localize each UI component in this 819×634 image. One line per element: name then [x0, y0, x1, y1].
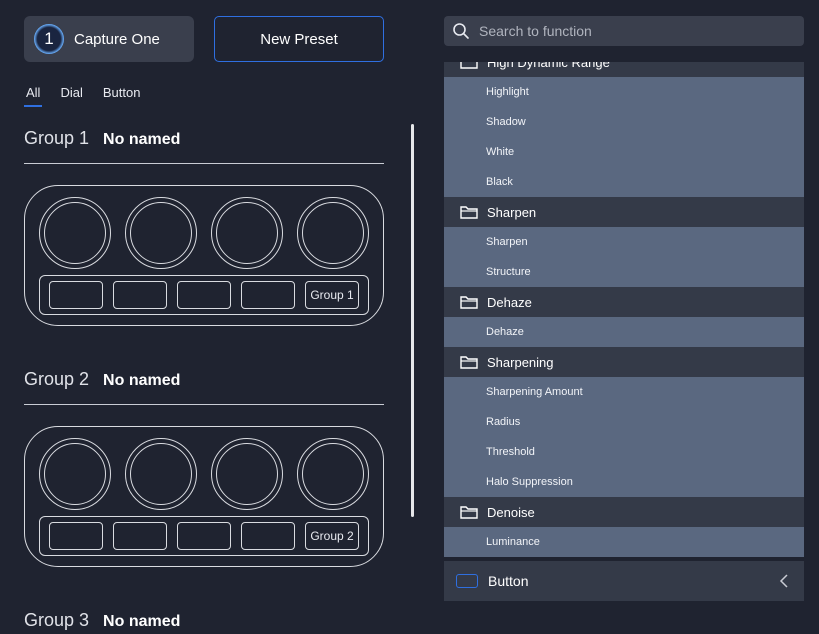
group-header: Group 2 No named	[24, 369, 384, 405]
group-2-section: Group 2 No named Group 2	[24, 369, 384, 567]
device-button-3[interactable]	[177, 522, 231, 550]
category-folder[interactable]: Dehaze	[444, 287, 804, 317]
function-list: High Dynamic Range Highlight Shadow White Bl…	[444, 62, 804, 557]
function-item[interactable]: Sharpening Amount	[444, 377, 804, 407]
group-header: Group 3 No named	[24, 610, 384, 634]
capture-one-logo-icon: 1	[34, 24, 64, 54]
device-button-4[interactable]	[241, 281, 295, 309]
category-folder[interactable]: Denoise	[444, 497, 804, 527]
device-layout: Group 2	[24, 426, 384, 567]
device-button-1[interactable]	[49, 281, 103, 309]
device-button-2[interactable]	[113, 522, 167, 550]
dial-1[interactable]	[39, 197, 111, 269]
function-item[interactable]: Shadow	[444, 107, 804, 137]
category-label: Sharpening	[487, 354, 554, 370]
device-button-group[interactable]: Group 2	[305, 522, 359, 550]
folder-icon	[460, 62, 478, 69]
group-3-section: Group 3 No named	[24, 610, 384, 634]
filter-tabs: All Dial Button	[24, 84, 142, 107]
tab-all[interactable]: All	[24, 84, 43, 107]
tab-dial[interactable]: Dial	[58, 84, 84, 107]
device-button-4[interactable]	[241, 522, 295, 550]
dial-3[interactable]	[211, 197, 283, 269]
search-icon	[453, 23, 469, 39]
button-row: Group 1	[39, 275, 369, 315]
panel-label: Button	[488, 573, 529, 589]
dial-1[interactable]	[39, 438, 111, 510]
app-name: Capture One	[74, 30, 160, 48]
scrollbar[interactable]	[411, 124, 414, 517]
new-preset-button[interactable]: New Preset	[214, 16, 384, 62]
device-button-1[interactable]	[49, 522, 103, 550]
dial-2[interactable]	[125, 438, 197, 510]
function-item[interactable]: White	[444, 137, 804, 167]
folder-icon	[460, 296, 478, 309]
dial-2[interactable]	[125, 197, 197, 269]
function-item[interactable]: Luminance	[444, 527, 804, 557]
folder-icon	[460, 356, 478, 369]
group-1-section: Group 1 No named Group 1	[24, 128, 384, 326]
function-item[interactable]: Structure	[444, 257, 804, 287]
dial-3[interactable]	[211, 438, 283, 510]
folder-icon	[460, 206, 478, 219]
function-item[interactable]: Threshold	[444, 437, 804, 467]
function-item[interactable]: Radius	[444, 407, 804, 437]
folder-icon	[460, 506, 478, 519]
category-label: Denoise	[487, 504, 535, 520]
category-folder[interactable]: High Dynamic Range	[444, 62, 804, 77]
group-number: Group 2	[24, 369, 90, 389]
function-item[interactable]: Black	[444, 167, 804, 197]
category-label: High Dynamic Range	[487, 62, 610, 70]
group-number: Group 1	[24, 128, 90, 148]
group-name[interactable]: No named	[103, 613, 180, 631]
function-item[interactable]: Dehaze	[444, 317, 804, 347]
button-shape-icon	[456, 574, 478, 588]
category-label: Sharpen	[487, 204, 537, 220]
button-panel-header[interactable]: Button	[444, 561, 804, 601]
device-button-2[interactable]	[113, 281, 167, 309]
group-header: Group 1 No named	[24, 128, 384, 164]
device-layout: Group 1	[24, 185, 384, 326]
group-name[interactable]: No named	[103, 372, 180, 390]
function-item[interactable]: Highlight	[444, 77, 804, 107]
dial-4[interactable]	[297, 197, 369, 269]
category-label: Dehaze	[487, 294, 532, 310]
tab-button[interactable]: Button	[101, 84, 143, 107]
category-folder[interactable]: Sharpening	[444, 347, 804, 377]
group-name[interactable]: No named	[103, 131, 180, 149]
function-search	[444, 16, 804, 46]
device-button-3[interactable]	[177, 281, 231, 309]
search-input[interactable]	[479, 23, 779, 39]
dial-4[interactable]	[297, 438, 369, 510]
button-row: Group 2	[39, 516, 369, 556]
group-number: Group 3	[24, 610, 90, 630]
category-folder[interactable]: Sharpen	[444, 197, 804, 227]
function-item[interactable]: Halo Suppression	[444, 467, 804, 497]
chevron-left-icon[interactable]	[778, 572, 790, 590]
device-button-group[interactable]: Group 1	[305, 281, 359, 309]
function-item[interactable]: Sharpen	[444, 227, 804, 257]
app-selector-button[interactable]: 1 Capture One	[24, 16, 194, 62]
